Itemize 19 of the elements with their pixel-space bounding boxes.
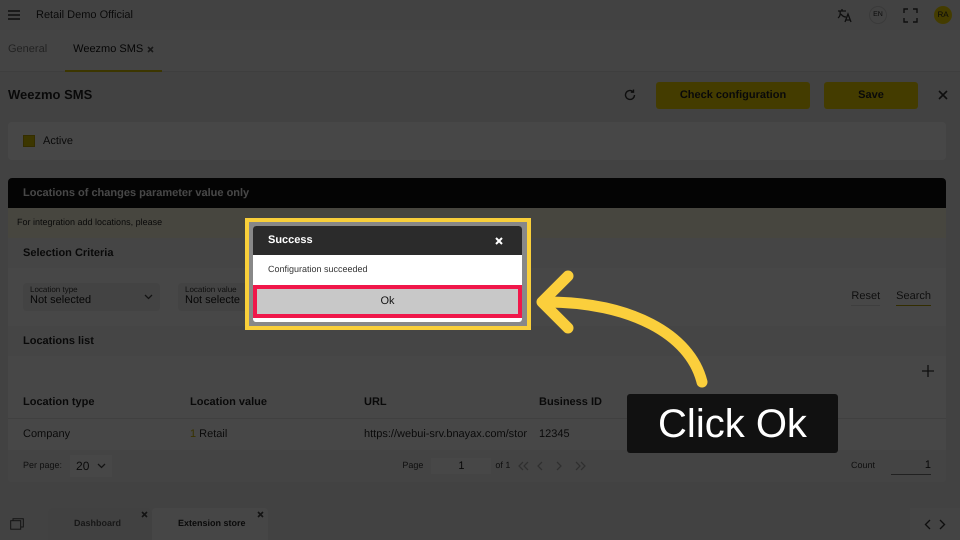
dialog-message: Configuration succeeded [268, 263, 368, 276]
dialog-title: Success [268, 233, 313, 248]
app-title: Retail Demo Official [36, 8, 133, 23]
page-title: Weezmo SMS [8, 86, 92, 104]
table-cell-text: 12345 [539, 427, 571, 442]
table-cell: 1 Retail [190, 428, 228, 440]
table-cell-text: https://webui-srv.bnayax.com/stor [364, 427, 528, 442]
column-header: Business ID [539, 394, 603, 410]
active-label: Active [43, 134, 73, 149]
section-title: Locations list [23, 334, 94, 349]
notice-text: For integration add locations, please [17, 216, 162, 230]
column-header: URL [364, 394, 388, 410]
table-cell-text: Company [23, 427, 72, 442]
column-header: Location value [190, 394, 268, 410]
column-header: Location type [23, 394, 96, 410]
callout-label: Click Ok [627, 394, 838, 453]
panel-title: Locations of changes parameter value only [23, 186, 250, 201]
section-title: Selection Criteria [23, 246, 114, 261]
ok-button[interactable]: Ok [253, 285, 522, 318]
